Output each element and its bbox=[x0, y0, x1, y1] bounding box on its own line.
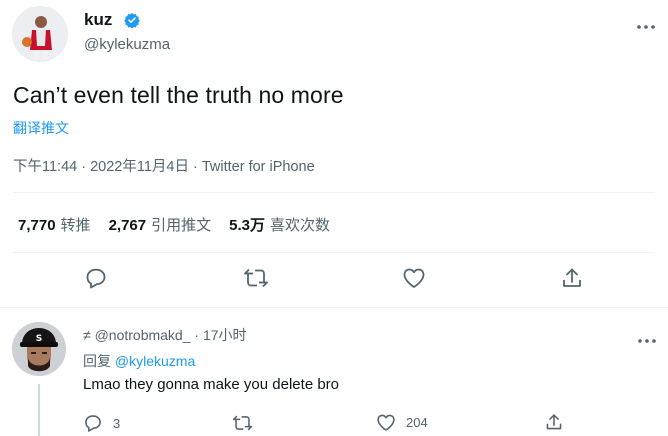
share-icon bbox=[545, 412, 563, 432]
replying-to-prefix: 回复 bbox=[83, 353, 111, 369]
reply-more-options-icon[interactable] bbox=[637, 331, 657, 343]
reply-retweet-button[interactable] bbox=[232, 413, 253, 433]
divider bbox=[13, 192, 655, 193]
tweet-text: Can’t even tell the truth no more bbox=[13, 82, 344, 108]
thread-connector-line bbox=[38, 384, 40, 436]
translate-tweet-link[interactable]: 翻译推文 bbox=[13, 118, 69, 138]
like-icon bbox=[376, 413, 396, 432]
tweet-timestamp[interactable]: 下午11:44 · 2022年11月4日 · Twitter for iPhon… bbox=[13, 155, 315, 176]
reply-author-handle[interactable]: ≠ @notrobmakd_ · 17小时 bbox=[83, 325, 247, 345]
retweet-icon bbox=[243, 266, 269, 290]
reply-share-button[interactable] bbox=[545, 412, 563, 432]
quote-stat[interactable]: 2,767 引用推文 bbox=[109, 214, 212, 235]
reply-icon bbox=[83, 413, 103, 433]
share-icon bbox=[561, 266, 583, 290]
like-icon bbox=[402, 267, 426, 289]
like-count: 204 bbox=[406, 415, 428, 430]
svg-text:S: S bbox=[36, 334, 42, 344]
author-name[interactable]: kuz bbox=[84, 10, 112, 30]
reply-button[interactable] bbox=[84, 266, 108, 290]
verified-badge-icon bbox=[124, 12, 140, 29]
reply-author-avatar[interactable]: S bbox=[12, 322, 66, 376]
engagement-stats: 7,770 转推 2,767 引用推文 5.3万 喜欢次数 bbox=[18, 214, 330, 235]
more-options-icon[interactable] bbox=[636, 17, 656, 29]
reply-count: 3 bbox=[113, 415, 121, 431]
replying-to: 回复 @kylekuzma bbox=[83, 351, 195, 371]
reply-like-button[interactable]: 204 bbox=[376, 413, 428, 432]
author-avatar[interactable] bbox=[12, 6, 68, 62]
replying-to-mention-link[interactable]: @kylekuzma bbox=[115, 353, 195, 369]
like-stat[interactable]: 5.3万 喜欢次数 bbox=[229, 214, 330, 235]
retweet-icon bbox=[232, 413, 253, 433]
like-button[interactable] bbox=[402, 267, 426, 289]
share-button[interactable] bbox=[561, 266, 583, 290]
divider bbox=[0, 307, 668, 308]
main-tweet: kuz @kylekuzma Can’t even tell the truth… bbox=[0, 0, 668, 310]
reply-icon bbox=[84, 266, 108, 290]
retweet-button[interactable] bbox=[243, 266, 269, 290]
divider bbox=[13, 252, 655, 253]
retweet-stat[interactable]: 7,770 转推 bbox=[18, 214, 91, 235]
reply-text: Lmao they gonna make you delete bro bbox=[83, 376, 340, 393]
reply-reply-button[interactable]: 3 bbox=[83, 413, 120, 433]
author-handle[interactable]: @kylekuzma bbox=[84, 36, 170, 53]
